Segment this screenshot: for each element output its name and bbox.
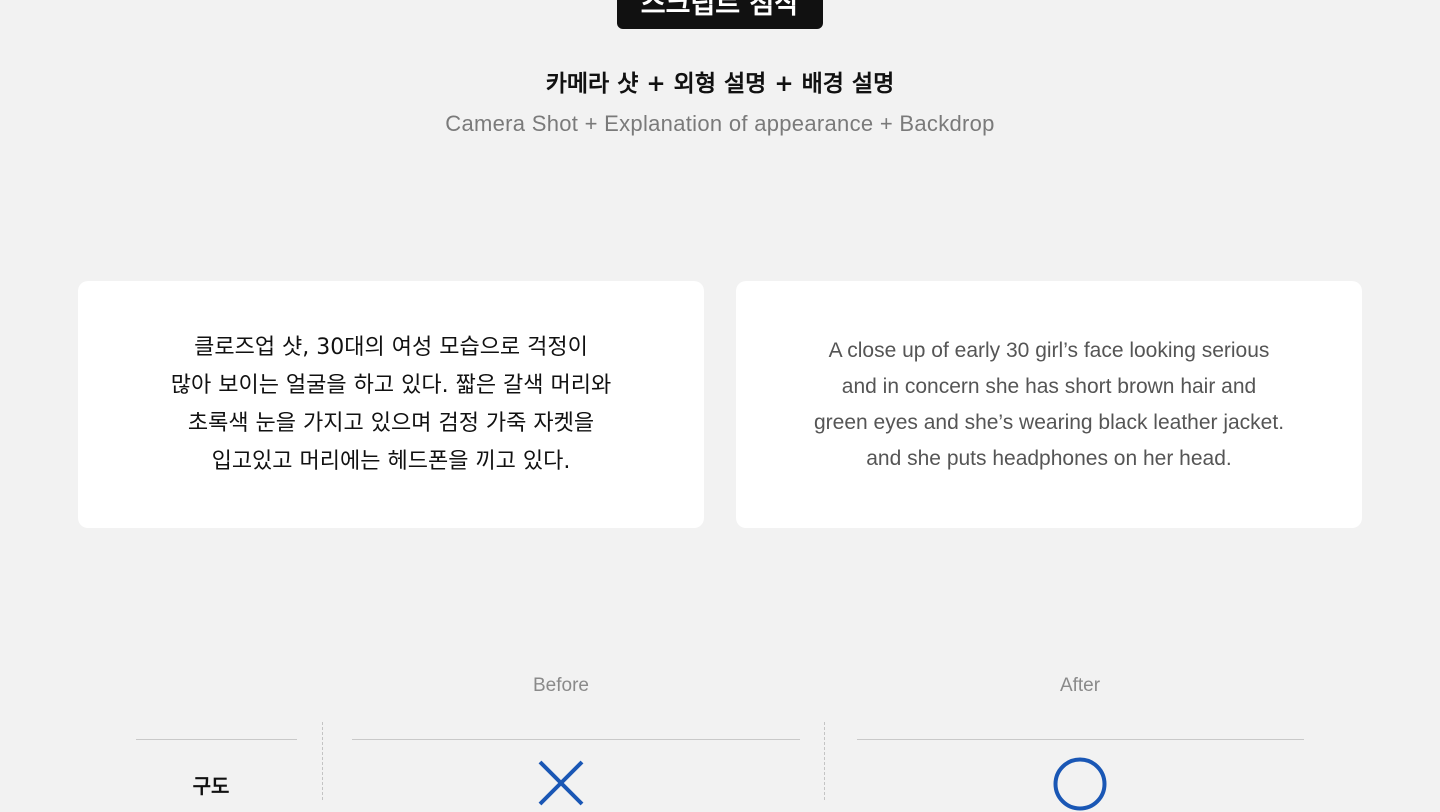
column-separator — [322, 722, 323, 800]
circle-o-icon — [1053, 757, 1107, 811]
after-column-divider — [857, 739, 1304, 740]
english-script-card: A close up of early 30 girl’s face looki… — [736, 281, 1362, 528]
korean-script-text: 클로즈업 샷, 30대의 여성 모습으로 걱정이 많아 보이는 얼굴을 하고 있… — [170, 334, 612, 474]
x-mark-icon — [538, 760, 584, 806]
section-badge: 스크립트 첨삭 — [617, 0, 823, 29]
row-label-composition: 구도 — [192, 774, 230, 798]
english-script-text: A close up of early 30 girl’s face looki… — [813, 338, 1285, 470]
section-title-korean: 카메라 샷 + 외형 설명 + 배경 설명 — [545, 71, 895, 97]
before-column-header: Before — [533, 675, 589, 696]
before-column-divider — [352, 739, 800, 740]
korean-script-card: 클로즈업 샷, 30대의 여성 모습으로 걱정이 많아 보이는 얼굴을 하고 있… — [78, 281, 704, 528]
section-title-english: Camera Shot + Explanation of appearance … — [445, 111, 995, 136]
label-column-divider — [136, 739, 297, 740]
column-separator — [824, 722, 825, 800]
after-column-header: After — [1059, 675, 1101, 696]
